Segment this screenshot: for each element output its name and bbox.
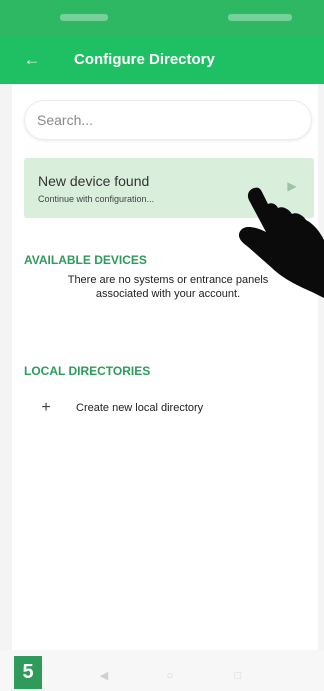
page-title: Configure Directory <box>74 51 215 68</box>
available-devices-header: AVAILABLE DEVICES <box>24 253 147 267</box>
step-number-badge: 5 <box>14 656 42 689</box>
arrow-left-icon[interactable]: ← <box>20 48 44 72</box>
home-nav-icon[interactable]: ○ <box>162 668 178 684</box>
app-bar: ← Configure Directory <box>0 36 324 84</box>
status-clock <box>228 14 292 21</box>
device-card-subtitle: Continue with configuration... <box>38 194 155 204</box>
pointing-hand-icon <box>238 187 324 298</box>
back-nav-icon[interactable]: ◀ <box>96 668 112 684</box>
create-directory-button[interactable]: + Create new local directory <box>30 398 280 422</box>
create-directory-label: Create new local directory <box>76 402 204 414</box>
device-card-title: New device found <box>38 173 150 189</box>
status-bar <box>0 0 324 36</box>
search-input[interactable] <box>37 110 287 130</box>
status-signal <box>60 14 108 21</box>
search-box[interactable] <box>24 100 312 140</box>
plus-icon: + <box>41 399 51 416</box>
local-directories-header: LOCAL DIRECTORIES <box>24 364 151 378</box>
recents-nav-icon[interactable]: □ <box>230 668 246 684</box>
